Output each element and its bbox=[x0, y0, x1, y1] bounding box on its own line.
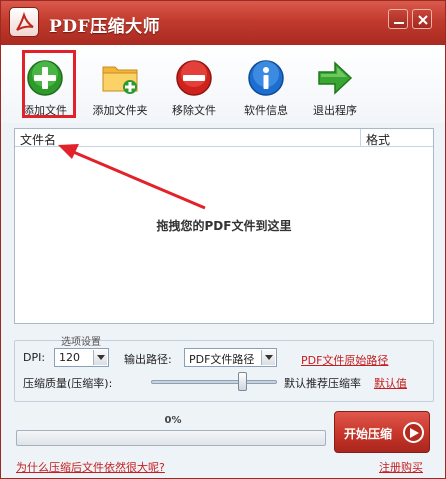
add-folder-label: 添加文件夹 bbox=[92, 104, 148, 117]
play-icon bbox=[403, 422, 424, 443]
window-title: PDF压缩大师 bbox=[49, 17, 161, 37]
info-icon bbox=[247, 59, 285, 97]
minimize-button[interactable] bbox=[388, 9, 408, 29]
folder-add-icon bbox=[101, 59, 139, 97]
dpi-value: 120 bbox=[59, 351, 80, 364]
remove-minus-icon bbox=[175, 59, 213, 97]
output-path-label: 输出路径: bbox=[124, 353, 172, 366]
quality-slider-thumb[interactable] bbox=[238, 372, 247, 391]
arrow-right-icon bbox=[316, 59, 354, 97]
software-info-button[interactable]: 软件信息 bbox=[236, 47, 296, 119]
default-value-link[interactable]: 默认值 bbox=[374, 375, 407, 391]
dpi-select[interactable]: 120 bbox=[54, 348, 109, 367]
column-separator bbox=[360, 129, 361, 147]
start-compress-button[interactable]: 开始压缩 bbox=[334, 411, 430, 453]
chevron-down-icon[interactable] bbox=[93, 350, 107, 365]
column-format[interactable]: 格式 bbox=[366, 131, 390, 148]
column-filename[interactable]: 文件名 bbox=[20, 131, 56, 148]
remove-file-label: 移除文件 bbox=[172, 104, 216, 117]
app-window: PDF压缩大师 添加文件 添加文件夹 移除文件 软件信息 退出程序 文件名 格式… bbox=[0, 0, 446, 479]
close-button[interactable] bbox=[412, 9, 432, 29]
original-path-link[interactable]: PDF文件原始路径 bbox=[301, 352, 388, 368]
faq-link[interactable]: 为什么压缩后文件依然很大呢? bbox=[16, 459, 165, 475]
start-compress-label: 开始压缩 bbox=[344, 427, 393, 441]
options-title: 选项设置 bbox=[61, 337, 101, 348]
exit-label: 退出程序 bbox=[313, 104, 357, 117]
progress-bar bbox=[16, 430, 326, 446]
software-info-label: 软件信息 bbox=[244, 104, 288, 117]
drop-hint: 拖拽您的PDF文件到这里 bbox=[156, 219, 292, 233]
quality-slider-track[interactable] bbox=[151, 380, 277, 384]
chevron-down-icon[interactable] bbox=[261, 350, 275, 365]
add-folder-button[interactable]: 添加文件夹 bbox=[83, 47, 157, 119]
pdf-logo-icon bbox=[9, 7, 39, 37]
list-header: 文件名 格式 bbox=[15, 129, 433, 147]
exit-button[interactable]: 退出程序 bbox=[303, 47, 367, 119]
recommend-text: 默认推荐压缩率 bbox=[284, 377, 361, 390]
title-bar[interactable]: PDF压缩大师 bbox=[1, 1, 445, 45]
output-path-select[interactable]: PDF文件路径 bbox=[184, 348, 277, 367]
progress-percent: 0% bbox=[164, 415, 182, 426]
output-path-value: PDF文件路径 bbox=[189, 353, 255, 366]
remove-file-button[interactable]: 移除文件 bbox=[164, 47, 224, 119]
quality-label: 压缩质量(压缩率): bbox=[23, 377, 113, 390]
register-link[interactable]: 注册购买 bbox=[379, 459, 423, 475]
highlight-box bbox=[22, 50, 76, 118]
file-list[interactable]: 文件名 格式 拖拽您的PDF文件到这里 bbox=[14, 128, 434, 324]
dpi-label: DPI: bbox=[23, 351, 46, 364]
